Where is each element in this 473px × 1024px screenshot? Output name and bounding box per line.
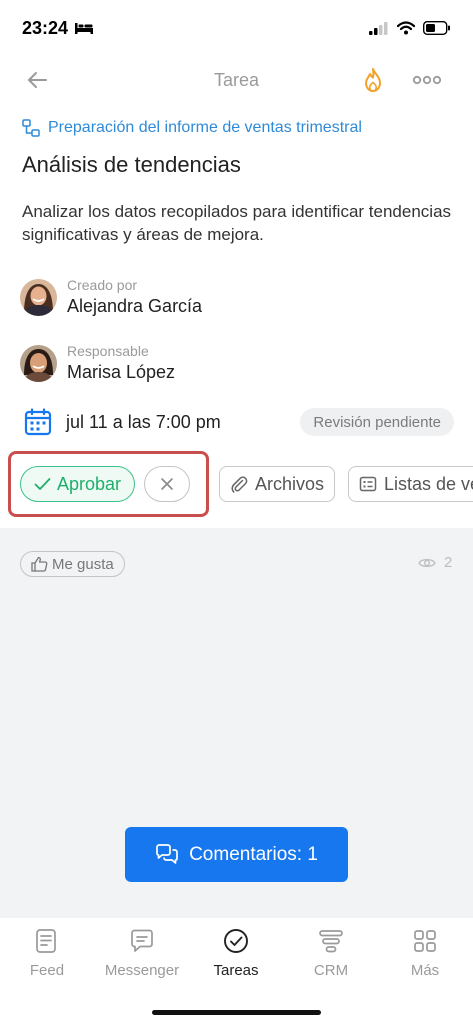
person-avatar-icon	[20, 344, 57, 382]
assignee-role-label: Responsable	[67, 343, 149, 359]
feed-icon	[36, 929, 56, 953]
check-icon	[34, 478, 51, 490]
person-avatar-icon	[20, 278, 57, 316]
deadline-row[interactable]: jul 11 a las 7:00 pm Revisión pendiente	[24, 406, 454, 438]
parent-task-link[interactable]: Preparación del informe de ventas trimes…	[22, 117, 362, 139]
assignee-name: Marisa López	[67, 362, 176, 382]
avatar	[20, 278, 57, 316]
tab-label: CRM	[313, 962, 349, 979]
calendar-icon	[24, 408, 52, 436]
grid-icon	[414, 930, 436, 952]
tab-feed[interactable]: Feed	[2, 928, 92, 979]
funnel-icon	[319, 930, 343, 953]
battery-icon	[423, 21, 450, 35]
flame-button[interactable]	[360, 66, 386, 94]
task-title: Análisis de tendencias	[22, 152, 241, 177]
status-bar: 23:24	[0, 0, 473, 56]
checklists-button[interactable]: Listas de ve	[348, 466, 473, 502]
wifi-icon	[397, 21, 415, 35]
bed-icon	[75, 23, 94, 34]
tab-label: Más	[410, 962, 440, 979]
parent-task-label: Preparación del informe de ventas trimes…	[48, 119, 362, 136]
creator-name: Alejandra García	[67, 296, 203, 316]
task-description: Analizar los datos recopilados para iden…	[22, 202, 452, 244]
signal-icon	[369, 22, 388, 35]
checklist-icon	[359, 476, 377, 492]
files-label: Archivos	[255, 473, 325, 494]
message-icon	[131, 929, 153, 952]
assignee-row[interactable]: Responsable Marisa López	[20, 343, 175, 383]
approve-label: Aprobar	[56, 473, 122, 494]
tab-label: Messenger	[104, 962, 180, 979]
tab-bar: Feed Messenger Tareas CRM Más	[0, 918, 473, 1024]
check-circle-icon	[224, 929, 248, 953]
avatar	[20, 344, 57, 382]
like-label: Me gusta	[52, 555, 114, 573]
status-time: 23:24	[22, 18, 94, 39]
chat-bubbles-icon	[156, 843, 178, 864]
tab-crm[interactable]: CRM	[286, 928, 376, 979]
reject-button[interactable]	[144, 466, 190, 502]
tab-more[interactable]: Más	[380, 928, 470, 979]
eye-icon	[418, 558, 436, 567]
nav-bar: Tarea	[0, 60, 473, 100]
like-button[interactable]: Me gusta	[20, 551, 125, 577]
tab-messenger[interactable]: Messenger	[97, 928, 187, 979]
creator-role-label: Creado por	[67, 277, 138, 293]
close-icon	[161, 478, 173, 490]
approve-button[interactable]: Aprobar	[20, 466, 135, 502]
status-icons	[369, 21, 451, 35]
ellipsis-icon	[412, 75, 442, 85]
more-options-button[interactable]	[412, 68, 442, 92]
comments-label: Comentarios: 1	[189, 843, 318, 865]
page-title: Tarea	[213, 70, 260, 90]
subtask-icon	[22, 119, 40, 137]
tab-tasks[interactable]: Tareas	[191, 928, 281, 979]
paperclip-icon	[231, 476, 248, 493]
flame-icon	[365, 68, 381, 92]
clock-text: 23:24	[22, 17, 69, 38]
creator-row[interactable]: Creado por Alejandra García	[20, 277, 202, 317]
tab-label: Feed	[29, 962, 65, 979]
deadline-text: jul 11 a las 7:00 pm	[66, 411, 221, 432]
home-indicator[interactable]	[152, 1010, 321, 1015]
status-badge: Revisión pendiente	[300, 408, 454, 436]
comments-button[interactable]: Comentarios: 1	[125, 827, 348, 882]
files-button[interactable]: Archivos	[219, 466, 336, 502]
thumbs-up-icon	[31, 556, 48, 572]
checklists-label: Listas de ve	[384, 473, 473, 494]
tab-label: Tareas	[213, 962, 259, 979]
actions-row: Aprobar Archivos Listas de ve	[0, 450, 473, 520]
views-count: 2	[444, 554, 453, 571]
views-counter: 2	[418, 554, 452, 571]
